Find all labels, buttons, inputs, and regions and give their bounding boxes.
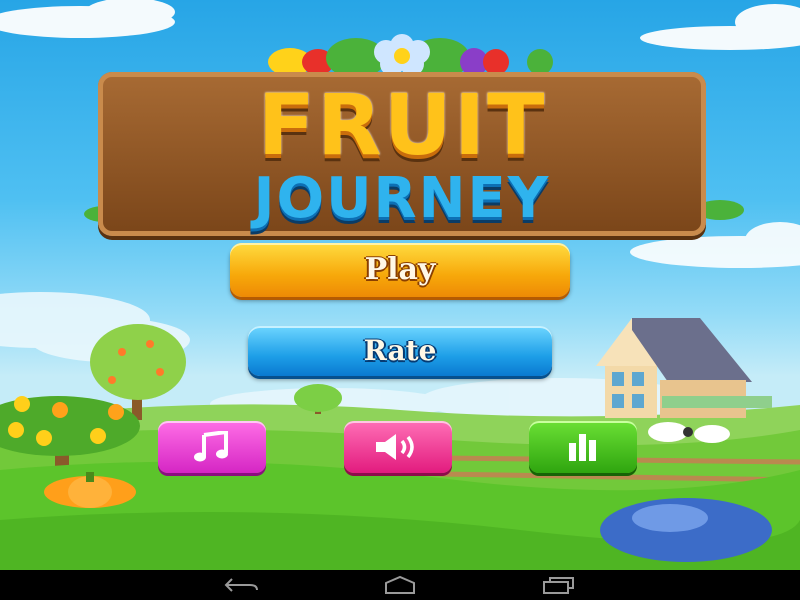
game-logo: FRUIT JOURNEY <box>98 72 706 236</box>
home-button[interactable] <box>376 572 424 598</box>
bar-chart-icon <box>569 434 596 461</box>
back-icon <box>224 578 258 592</box>
logo-title-fruit: FRUIT <box>257 76 547 174</box>
recent-apps-icon <box>543 577 574 594</box>
blueberry <box>600 498 772 562</box>
music-note-icon <box>194 431 228 462</box>
cloud-top-left <box>0 0 175 38</box>
music-button[interactable] <box>158 421 266 473</box>
home-icon <box>385 575 415 594</box>
navigation-bar <box>0 570 800 600</box>
back-button[interactable] <box>218 572 266 598</box>
game-menu-screen: FRUIT JOURNEY Play Rate <box>0 0 800 570</box>
rate-button-label: Rate <box>363 334 437 367</box>
logo-title-journey: JOURNEY <box>253 166 551 231</box>
rate-button[interactable]: Rate <box>248 326 552 376</box>
flower-icon <box>374 34 430 76</box>
play-button[interactable]: Play <box>230 243 570 297</box>
farm-house <box>596 318 772 418</box>
speaker-icon <box>376 434 414 460</box>
play-button-label: Play <box>364 252 436 287</box>
sound-button[interactable] <box>344 421 452 473</box>
cloud-top-right <box>640 4 800 50</box>
stats-button[interactable] <box>529 421 637 473</box>
recent-apps-button[interactable] <box>534 572 582 598</box>
